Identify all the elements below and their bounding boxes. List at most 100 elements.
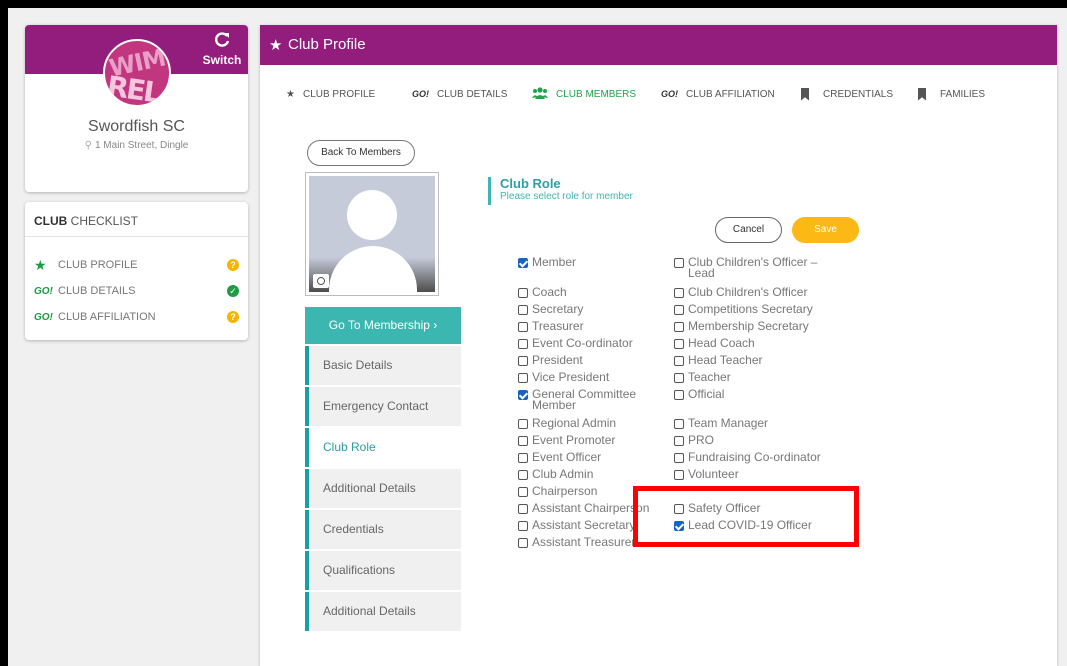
page-title: Club Profile xyxy=(288,36,366,53)
checkbox[interactable] xyxy=(518,322,528,332)
menu-item-basic-details[interactable]: Basic Details xyxy=(305,346,461,385)
avatar-body xyxy=(329,246,417,292)
checkbox[interactable] xyxy=(674,419,684,429)
tab-families[interactable]: FAMILIES xyxy=(918,87,985,101)
role-option[interactable]: Regional Admin xyxy=(518,417,678,429)
checkbox-checked[interactable] xyxy=(518,390,528,400)
checkbox[interactable] xyxy=(674,288,684,298)
tab-club-affiliation[interactable]: GO! CLUB AFFILIATION xyxy=(661,87,775,101)
role-label: Coach xyxy=(532,285,567,299)
role-option[interactable]: Event Officer xyxy=(518,450,678,464)
role-option[interactable]: Treasurer xyxy=(518,320,678,332)
tab-label: CLUB AFFILIATION xyxy=(686,88,775,100)
tab-club-members[interactable]: CLUB MEMBERS xyxy=(532,86,636,101)
role-label: Chairperson xyxy=(532,484,598,498)
role-option[interactable]: Assistant Treasurer xyxy=(518,536,678,548)
checkbox[interactable] xyxy=(518,453,528,463)
role-label: Assistant Chairperson xyxy=(532,501,650,515)
checklist-item-club-details[interactable]: GO! CLUB DETAILS ✓ xyxy=(34,283,239,299)
role-option[interactable]: General Committee Member xyxy=(518,388,678,411)
checkbox[interactable] xyxy=(518,504,528,514)
club-address-text: 1 Main Street, Dingle xyxy=(94,140,189,151)
bookmark-icon xyxy=(801,87,809,101)
back-to-members-button[interactable]: Back To Members xyxy=(307,140,415,166)
menu-item-additional-details-2[interactable]: Additional Details xyxy=(305,592,461,631)
checkbox[interactable] xyxy=(518,419,528,429)
club-profile-panel: ★ Club Profile ★ CLUB PROFILE GO! CLUB D… xyxy=(260,25,1057,666)
menu-item-additional-details[interactable]: Additional Details xyxy=(305,469,461,508)
checkbox[interactable] xyxy=(518,305,528,315)
go-icon: GO! xyxy=(661,89,678,99)
menu-item-credentials[interactable]: Credentials xyxy=(305,510,461,549)
role-option[interactable]: Teacher xyxy=(674,371,834,383)
menu-item-emergency-contact[interactable]: Emergency Contact xyxy=(305,387,461,426)
role-option[interactable]: Club Admin xyxy=(518,467,678,481)
role-option[interactable]: Vice President xyxy=(518,371,678,383)
switch-club-button[interactable]: Switch xyxy=(202,31,242,67)
role-option[interactable]: President xyxy=(518,354,678,366)
menu-item-qualifications[interactable]: Qualifications xyxy=(305,551,461,590)
checkbox[interactable] xyxy=(518,487,528,497)
checklist-item-club-affiliation[interactable]: GO! CLUB AFFILIATION ? xyxy=(34,309,239,325)
role-option[interactable]: Competitions Secretary xyxy=(674,303,834,315)
role-label: Event Officer xyxy=(532,450,602,464)
role-label: Event Co-ordinator xyxy=(532,336,633,350)
role-option[interactable]: Event Co-ordinator xyxy=(518,336,678,350)
checkbox[interactable] xyxy=(674,504,684,514)
role-option[interactable]: Team Manager xyxy=(674,417,834,429)
role-label: Lead COVID-19 Officer xyxy=(688,518,812,532)
checkbox[interactable] xyxy=(518,356,528,366)
checkbox[interactable] xyxy=(674,436,684,446)
role-option[interactable]: Membership Secretary xyxy=(674,320,834,332)
role-option[interactable]: PRO xyxy=(674,434,834,446)
checkbox[interactable] xyxy=(674,322,684,332)
tab-club-profile[interactable]: ★ CLUB PROFILE xyxy=(286,87,375,101)
role-option[interactable]: Head Teacher xyxy=(674,354,834,366)
checkbox[interactable] xyxy=(674,356,684,366)
role-option[interactable]: Coach xyxy=(518,285,678,299)
checkbox[interactable] xyxy=(518,339,528,349)
role-option[interactable]: Assistant Chairperson xyxy=(518,501,678,515)
checkbox[interactable] xyxy=(518,288,528,298)
role-option[interactable]: Member xyxy=(518,256,678,268)
role-option[interactable]: Assistant Secretary xyxy=(518,519,678,531)
menu-item-club-role[interactable]: Club Role xyxy=(305,428,461,467)
checkbox[interactable] xyxy=(518,373,528,383)
tab-credentials[interactable]: CREDENTIALS xyxy=(801,87,893,101)
checkbox[interactable] xyxy=(674,373,684,383)
role-label: Club Admin xyxy=(532,467,594,481)
role-option[interactable]: Lead COVID-19 Officer xyxy=(674,518,834,532)
tab-label: CREDENTIALS xyxy=(823,88,894,100)
checkbox[interactable] xyxy=(674,470,684,480)
checkbox[interactable] xyxy=(518,436,528,446)
role-option[interactable]: Chairperson xyxy=(518,484,678,498)
role-label: Volunteer xyxy=(688,467,739,481)
checkbox[interactable] xyxy=(674,258,684,268)
checkbox[interactable] xyxy=(674,453,684,463)
go-to-membership-button[interactable]: Go To Membership › xyxy=(305,307,461,344)
role-option[interactable]: Official xyxy=(674,388,834,400)
role-option[interactable]: Club Children's Officer – Lead xyxy=(674,256,834,279)
checkbox-checked[interactable] xyxy=(674,521,684,531)
avatar-placeholder xyxy=(309,176,435,292)
role-option[interactable]: Safety Officer xyxy=(674,502,834,514)
save-button[interactable]: Save xyxy=(792,217,859,243)
checkbox[interactable] xyxy=(674,390,684,400)
tab-club-details[interactable]: GO! CLUB DETAILS xyxy=(412,87,507,101)
checkbox[interactable] xyxy=(674,305,684,315)
role-option[interactable]: Secretary xyxy=(518,303,678,315)
checkbox[interactable] xyxy=(518,470,528,480)
cancel-button[interactable]: Cancel xyxy=(715,217,782,243)
checkbox-checked[interactable] xyxy=(518,258,528,268)
role-option[interactable]: Head Coach xyxy=(674,337,834,349)
role-option[interactable]: Fundraising Co-ordinator xyxy=(674,451,834,463)
checklist-item-club-profile[interactable]: ★ CLUB PROFILE ? xyxy=(34,257,239,273)
role-option[interactable]: Event Promoter xyxy=(518,434,678,446)
role-option[interactable]: Club Children's Officer xyxy=(674,286,834,298)
checkbox[interactable] xyxy=(518,521,528,531)
star-icon: ★ xyxy=(34,256,47,273)
camera-icon[interactable] xyxy=(313,274,329,288)
checkbox[interactable] xyxy=(518,538,528,548)
checkbox[interactable] xyxy=(674,339,684,349)
role-option[interactable]: Volunteer xyxy=(674,467,834,481)
